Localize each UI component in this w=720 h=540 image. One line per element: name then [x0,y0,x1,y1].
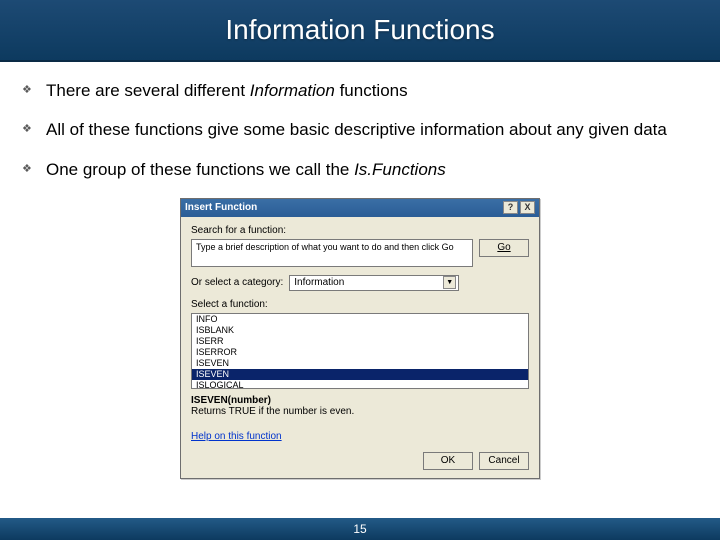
category-label: Or select a category: [191,277,283,288]
slide-content: ❖ There are several different Informatio… [0,62,720,479]
help-icon[interactable]: ? [503,201,518,214]
bullet-item: ❖ One group of these functions we call t… [22,159,698,180]
dialog-title: Insert Function [185,202,501,213]
bullet-diamond-icon: ❖ [22,84,34,98]
search-label: Search for a function: [191,225,529,236]
list-item-selected[interactable]: ISEVEN [192,369,528,380]
search-input[interactable]: Type a brief description of what you wan… [191,239,473,267]
bullet-diamond-icon: ❖ [22,123,34,137]
list-item[interactable]: ISERR [192,336,528,347]
slide-title: Information Functions [225,14,494,46]
bullet-text: There are several different Information … [46,80,698,101]
function-description: Returns TRUE if the number is even. [191,406,529,417]
function-listbox[interactable]: INFO ISBLANK ISERR ISERROR ISEVEN ISEVEN… [191,313,529,389]
cancel-button[interactable]: Cancel [479,452,529,470]
bullet-item: ❖ There are several different Informatio… [22,80,698,101]
help-link[interactable]: Help on this function [191,431,282,442]
list-item[interactable]: INFO [192,314,528,325]
go-button[interactable]: Go [479,239,529,257]
bullet-text: All of these functions give some basic d… [46,119,698,140]
bullet-diamond-icon: ❖ [22,163,34,177]
slide-footer: 15 [0,518,720,540]
dialog-screenshot: Insert Function ? X Search for a functio… [22,198,698,479]
list-item[interactable]: ISERROR [192,347,528,358]
list-item[interactable]: ISBLANK [192,325,528,336]
page-number: 15 [353,522,366,536]
select-function-label: Select a function: [191,299,529,310]
insert-function-dialog: Insert Function ? X Search for a functio… [180,198,540,479]
close-icon[interactable]: X [520,201,535,214]
dialog-titlebar: Insert Function ? X [181,199,539,217]
ok-button[interactable]: OK [423,452,473,470]
bullet-item: ❖ All of these functions give some basic… [22,119,698,140]
list-item[interactable]: ISLOGICAL [192,380,528,389]
dialog-body: Search for a function: Type a brief desc… [181,217,539,478]
bullet-text: One group of these functions we call the… [46,159,698,180]
category-value: Information [294,277,344,288]
slide-title-bar: Information Functions [0,0,720,62]
list-item[interactable]: ISEVEN [192,358,528,369]
function-signature: ISEVEN(number) [191,395,529,406]
category-select[interactable]: Information ▼ [289,275,459,291]
chevron-down-icon: ▼ [443,276,456,289]
